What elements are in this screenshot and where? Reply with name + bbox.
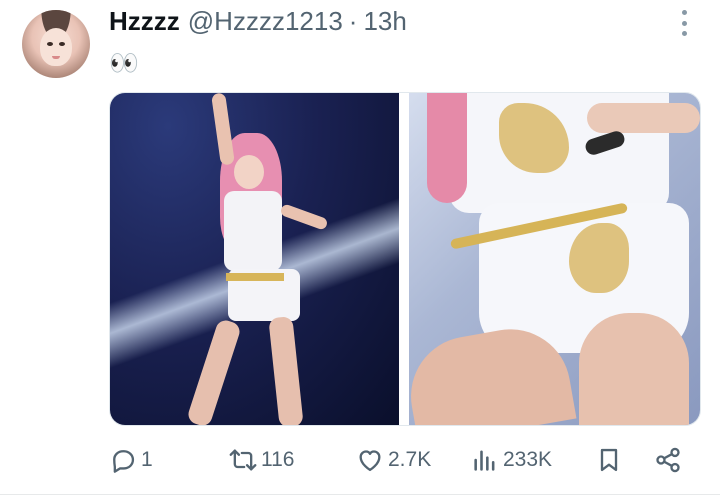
bookmark-button[interactable] xyxy=(595,444,623,476)
performer-leg-right xyxy=(268,316,304,425)
tweet-divider xyxy=(0,494,720,495)
avatar-eye-right xyxy=(59,42,65,46)
author-display-name[interactable]: Hzzzz xyxy=(109,6,180,37)
more-dot xyxy=(681,20,687,26)
reply-icon xyxy=(113,450,135,473)
performer-face xyxy=(234,155,264,189)
header-separator: · xyxy=(348,6,358,36)
views-count: 233K xyxy=(503,448,553,471)
views-icon xyxy=(474,450,495,471)
heart-icon xyxy=(359,450,381,472)
share-button[interactable] xyxy=(654,444,682,476)
tweet-header: Hzzzz @Hzzzz1213 · 13h xyxy=(109,6,407,40)
performer-belt xyxy=(226,273,284,281)
media-photo-closeup[interactable] xyxy=(401,93,700,425)
share-icon xyxy=(656,447,680,473)
performer-top xyxy=(224,191,282,271)
closeup-arm xyxy=(587,103,700,133)
repost-icon xyxy=(229,449,257,471)
like-button[interactable]: 2.7K xyxy=(356,444,431,476)
views-button[interactable]: 233K xyxy=(471,444,552,476)
repost-button[interactable]: 116 xyxy=(229,444,294,476)
closeup-gold-pattern xyxy=(569,223,629,293)
bookmark-icon xyxy=(600,448,618,472)
more-dot xyxy=(681,10,687,15)
media-divider xyxy=(399,93,409,425)
avatar-face xyxy=(40,28,72,66)
avatar-eye-left xyxy=(47,42,53,46)
tweet-timestamp[interactable]: 13h xyxy=(363,6,406,37)
tweet-text: 👀 xyxy=(109,50,139,77)
repost-count: 116 xyxy=(261,448,295,471)
avatar[interactable] xyxy=(22,10,90,78)
more-dot xyxy=(681,31,687,36)
media-grid xyxy=(109,92,701,426)
tweet-actions: 1 116 2.7K 233K xyxy=(109,444,699,476)
reply-button[interactable]: 1 xyxy=(109,444,153,476)
performer-raised-arm xyxy=(211,93,235,166)
performer-leg-left xyxy=(185,317,243,425)
author-handle[interactable]: @Hzzzz1213 xyxy=(188,6,343,37)
like-count: 2.7K xyxy=(388,448,432,471)
more-vertical-icon[interactable] xyxy=(677,10,691,36)
closeup-leg-right xyxy=(579,313,689,425)
media-photo-stage[interactable] xyxy=(110,93,399,425)
closeup-hair xyxy=(427,93,467,203)
performer-arm xyxy=(279,203,329,231)
reply-count: 1 xyxy=(141,448,153,471)
